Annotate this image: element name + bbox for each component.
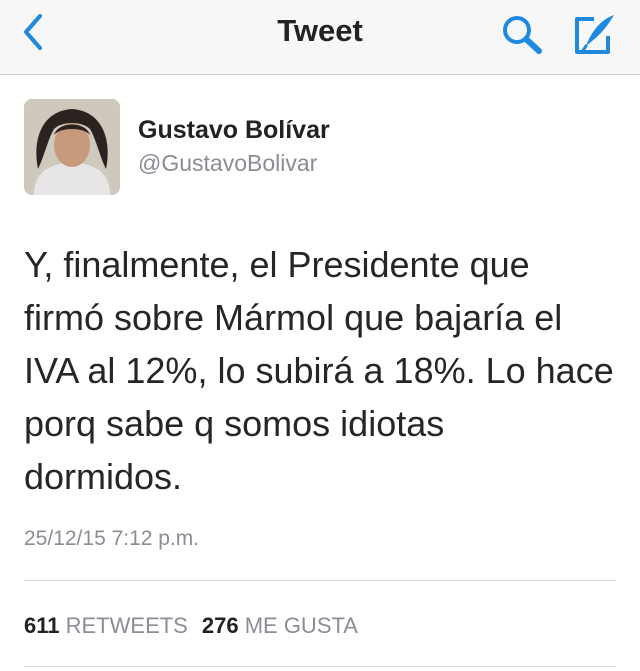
author-handle[interactable]: @GustavoBolivar: [138, 150, 317, 177]
profile-photo: [24, 99, 120, 195]
tweet-timestamp: 25/12/15 7:12 p.m.: [24, 527, 200, 550]
compose-tweet-icon: [575, 15, 614, 54]
search-button[interactable]: [496, 10, 546, 60]
navigation-bar: Tweet: [0, 0, 640, 75]
tweet-stats: 611 RETWEETS 276 ME GUSTA: [24, 613, 358, 639]
retweets-label: RETWEETS: [65, 613, 188, 638]
retweets-count: 611: [24, 613, 60, 638]
avatar[interactable]: [24, 99, 120, 195]
author-name[interactable]: Gustavo Bolívar: [138, 116, 330, 145]
back-button[interactable]: [14, 12, 54, 52]
retweets-stat[interactable]: 611 RETWEETS: [24, 613, 188, 639]
likes-stat[interactable]: 276 ME GUSTA: [202, 613, 358, 639]
tweet-text: Y, finalmente, el Presidente que firmó s…: [24, 244, 614, 497]
chevron-left-icon: [24, 14, 42, 50]
divider: [24, 580, 616, 581]
divider: [24, 666, 616, 667]
search-icon: [503, 16, 542, 54]
compose-button[interactable]: [570, 10, 620, 60]
likes-label: ME GUSTA: [244, 613, 358, 638]
likes-count: 276: [201, 613, 239, 638]
